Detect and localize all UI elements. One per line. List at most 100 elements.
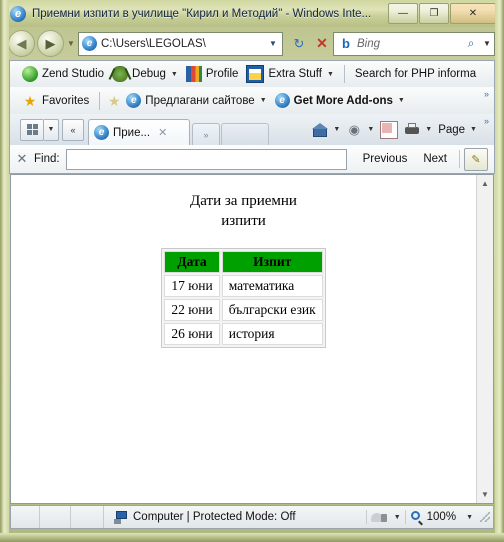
chevron-down-icon[interactable]: ▼ [171,71,178,78]
new-tab-button[interactable]: » [192,123,220,145]
internet-explorer-icon: e [82,36,97,51]
chevron-down-icon[interactable]: ▼ [425,126,432,133]
ie-window: e Приемни изпити в училище "Кирил и Мето… [0,0,504,542]
recent-pages-button[interactable]: ▼ [64,39,78,48]
scroll-up-icon[interactable]: ▲ [477,175,493,192]
resize-grip[interactable] [480,512,490,522]
address-dropdown-icon[interactable]: ▼ [264,39,282,48]
zend-studio-label: Zend Studio [42,68,105,80]
chevron-down-icon[interactable]: ▼ [327,71,334,78]
title-bar: e Приемни изпити в училище "Кирил и Мето… [0,0,504,27]
zend-icon [22,66,38,82]
internet-explorer-icon: e [126,93,142,108]
php-search-field[interactable]: Search for PHP informa [351,63,480,85]
page-menu-button[interactable]: Page ▼ [435,119,480,141]
extra-stuff-icon [246,65,265,83]
feeds-button[interactable]: ◉ ▼ [343,119,377,141]
get-more-addons-label: Get More Add-ons [293,94,393,107]
tab-strip-filler [221,123,269,145]
status-bar: Computer | Protected Mode: Off ▼ 100% ▼ [10,505,494,529]
chevron-down-icon[interactable]: ▼ [260,97,267,104]
computer-icon [114,510,128,524]
table-row: 22 юни български език [164,298,323,321]
cell-date: 17 юни [164,274,220,297]
zend-studio-button[interactable]: Zend Studio [18,63,108,85]
forward-button[interactable]: ▶ [37,30,64,57]
find-bar: ✕ Find: Previous Next ✎ [9,145,495,174]
security-zone-status[interactable]: Computer | Protected Mode: Off [104,510,366,524]
security-zone-label: Computer | Protected Mode: Off [133,511,296,523]
bug-icon [112,66,129,82]
search-box[interactable]: b Bing ⌕ ▼ [333,31,495,56]
zoom-icon [410,510,424,524]
chevron-down-icon[interactable]: ▼ [394,514,401,521]
quick-tabs-dropdown-icon[interactable]: ▼ [44,118,59,141]
zoom-level-label: 100% [426,511,457,523]
stop-icon[interactable]: ✕ [311,35,333,52]
chevron-down-icon[interactable]: ▼ [398,97,405,104]
vertical-scrollbar[interactable]: ▲ ▼ [476,175,493,503]
favorites-label: Favorites [42,94,90,107]
zoom-control[interactable]: 100% ▼ [404,510,477,524]
cell-exam: математика [221,274,323,297]
cell-date: 22 юни [164,298,220,321]
chevron-down-icon[interactable]: ▼ [470,126,477,133]
internet-explorer-icon: e [94,125,109,140]
command-overflow-icon[interactable]: » [484,114,489,126]
quick-tabs-button[interactable] [20,118,44,141]
browser-tab[interactable]: e Прие... ✕ [88,119,190,145]
find-previous-button[interactable]: Previous [355,153,416,165]
find-input[interactable] [65,148,347,170]
chevron-down-icon[interactable]: ▼ [367,126,374,133]
internet-explorer-icon: e [274,93,290,108]
tab-title: Прие... [113,126,151,139]
get-more-addons-button[interactable]: e Get More Add-ons ▼ [271,90,409,112]
print-button[interactable]: ▼ [401,119,435,141]
window-title: Приемни изпити в училище "Кирил и Методи… [32,7,372,20]
search-input[interactable]: Bing [357,38,462,50]
close-button[interactable]: ✕ [450,3,496,24]
address-input[interactable]: C:\Users\LEGOLAS\ [101,38,264,50]
refresh-icon[interactable]: ↻ [287,36,311,52]
protected-mode-button[interactable]: ▼ [365,510,405,524]
scroll-down-icon[interactable]: ▼ [477,486,493,503]
extra-stuff-button[interactable]: Extra Stuff ▼ [242,63,337,85]
highlighter-icon[interactable]: ✎ [464,147,488,171]
exam-dates-table: Дата Изпит 17 юни математика 22 юни бълг… [161,247,326,348]
favorites-overflow-icon[interactable]: » [484,87,489,99]
chevron-down-icon[interactable]: ▼ [333,126,340,133]
suggested-sites-button[interactable]: e Предлагани сайтове ▼ [122,90,270,112]
chevron-down-icon[interactable]: ▼ [466,514,473,521]
home-icon [312,122,329,138]
navigation-bar: ◀ ▶ ▼ e C:\Users\LEGOLAS\ ▼ ↻ ✕ b Bing ⌕… [0,27,504,60]
toolbar-divider [99,91,101,110]
suggested-sites-label: Предлагани сайтове [145,94,255,107]
status-right-group: ▼ 100% ▼ [365,510,493,524]
extra-stuff-label: Extra Stuff [268,68,322,80]
address-bar[interactable]: e C:\Users\LEGOLAS\ ▼ [78,31,283,56]
mail-button[interactable] [377,119,401,141]
tab-close-icon[interactable]: ✕ [158,126,167,139]
lock-icon [370,510,389,524]
maximize-button[interactable]: ❐ [419,3,449,24]
page-menu-label: Page [438,123,466,136]
find-divider [459,150,460,168]
toolbar-divider [343,65,345,83]
home-button[interactable]: ▼ [309,119,343,141]
favorites-button[interactable]: ★ Favorites [18,90,93,112]
cell-exam: история [221,322,323,345]
page-viewport: Дати за приемни изпити Дата Изпит 17 юни… [10,174,494,504]
table-header-row: Дата Изпит [164,250,323,273]
back-button[interactable]: ◀ [8,30,35,57]
mail-icon [380,120,399,139]
find-close-icon[interactable]: ✕ [10,151,34,167]
find-next-button[interactable]: Next [415,153,455,165]
add-to-favorites-icon[interactable]: ★ [106,93,122,109]
zend-toolbar: Zend Studio Debug ▼ Profile Extra Stuff … [9,60,495,87]
search-dropdown-icon[interactable]: ▼ [480,39,494,48]
magnifier-icon[interactable]: ⌕ [462,36,480,51]
debug-button[interactable]: Debug ▼ [108,63,182,85]
minimize-button[interactable]: — [388,3,418,24]
tab-list-button[interactable]: « [62,118,84,141]
profile-button[interactable]: Profile [182,63,243,85]
